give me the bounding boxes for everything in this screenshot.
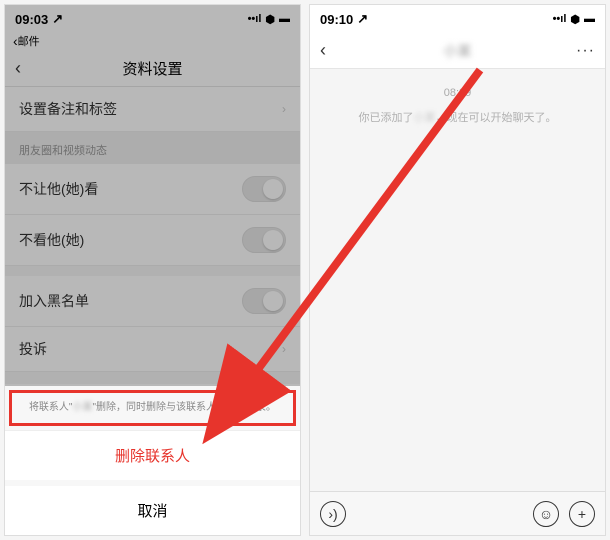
cell-label: 投诉	[19, 339, 47, 359]
location-icon: ↗	[357, 11, 368, 27]
plus-icon[interactable]: +	[569, 501, 595, 527]
status-time: 09:10	[320, 12, 353, 27]
chevron-right-icon: ›	[282, 102, 286, 116]
sheet-message: 将联系人"小某"删除，同时删除与该联系人的聊天记录。	[18, 401, 287, 415]
chat-timestamp: 08:29	[444, 87, 472, 99]
signal-icon: ••ıl	[553, 13, 567, 25]
toggle-block[interactable]	[242, 288, 286, 314]
phone-left: 09:03 ↗ ••ıl ⬢ ▬ ‹邮件 ‹ 资料设置 设置备注和标签 › 朋友…	[4, 4, 301, 536]
emoji-icon[interactable]: ☺	[533, 501, 559, 527]
back-icon[interactable]: ‹	[320, 40, 326, 61]
contact-name-blurred: 小某	[73, 402, 93, 413]
status-time: 09:03	[15, 12, 48, 27]
cell-label: 加入黑名单	[19, 291, 89, 311]
toggle-hide-their[interactable]	[242, 227, 286, 253]
chevron-right-icon: ›	[282, 342, 286, 356]
more-icon[interactable]: ···	[576, 42, 595, 60]
location-icon: ↗	[52, 11, 63, 27]
system-message: 你已添加了小某，现在可以开始聊天了。	[359, 109, 557, 125]
chat-input-bar: ›) ☺ +	[310, 491, 605, 535]
battery-icon: ▬	[584, 13, 595, 25]
cell-hide-my[interactable]: 不让他(她)看	[5, 164, 300, 215]
nav-bar: ‹ 小某 ···	[310, 33, 605, 69]
back-icon[interactable]: ‹	[15, 58, 21, 79]
mail-back-label[interactable]: ‹邮件	[5, 33, 300, 51]
wifi-icon: ⬢	[570, 13, 580, 26]
delete-contact-button[interactable]: 删除联系人	[5, 430, 300, 480]
signal-icon: ••ıl	[248, 13, 262, 25]
wifi-icon: ⬢	[265, 13, 275, 26]
cell-hide-their[interactable]: 不看他(她)	[5, 215, 300, 266]
cell-block[interactable]: 加入黑名单	[5, 276, 300, 327]
settings-list: 设置备注和标签 › 朋友圈和视频动态 不让他(她)看 不看他(她) 加入黑名单 …	[5, 87, 300, 433]
voice-icon[interactable]: ›)	[320, 501, 346, 527]
nav-title: 资料设置	[122, 58, 182, 79]
status-bar: 09:10 ↗ ••ıl ⬢ ▬	[310, 5, 605, 33]
nav-bar: ‹ 资料设置	[5, 51, 300, 87]
cell-report[interactable]: 投诉 ›	[5, 327, 300, 372]
cell-label: 不看他(她)	[19, 230, 84, 250]
cell-label: 设置备注和标签	[19, 99, 117, 119]
status-bar: 09:03 ↗ ••ıl ⬢ ▬	[5, 5, 300, 33]
chat-title-blurred: 小某	[444, 41, 472, 61]
battery-icon: ▬	[279, 13, 290, 25]
cell-remark[interactable]: 设置备注和标签 ›	[5, 87, 300, 132]
action-sheet: 将联系人"小某"删除，同时删除与该联系人的聊天记录。 删除联系人 取消	[5, 386, 300, 535]
toggle-hide-my[interactable]	[242, 176, 286, 202]
contact-name-blurred: 小某	[414, 112, 436, 124]
chat-body: 08:29 你已添加了小某，现在可以开始聊天了。	[310, 69, 605, 491]
cancel-button[interactable]: 取消	[5, 486, 300, 535]
section-moments: 朋友圈和视频动态	[5, 132, 300, 164]
sheet-message-box: 将联系人"小某"删除，同时删除与该联系人的聊天记录。	[9, 390, 296, 426]
phone-right: 09:10 ↗ ••ıl ⬢ ▬ ‹ 小某 ··· 08:29 你已添加了小某，…	[309, 4, 606, 536]
cell-label: 不让他(她)看	[19, 179, 98, 199]
